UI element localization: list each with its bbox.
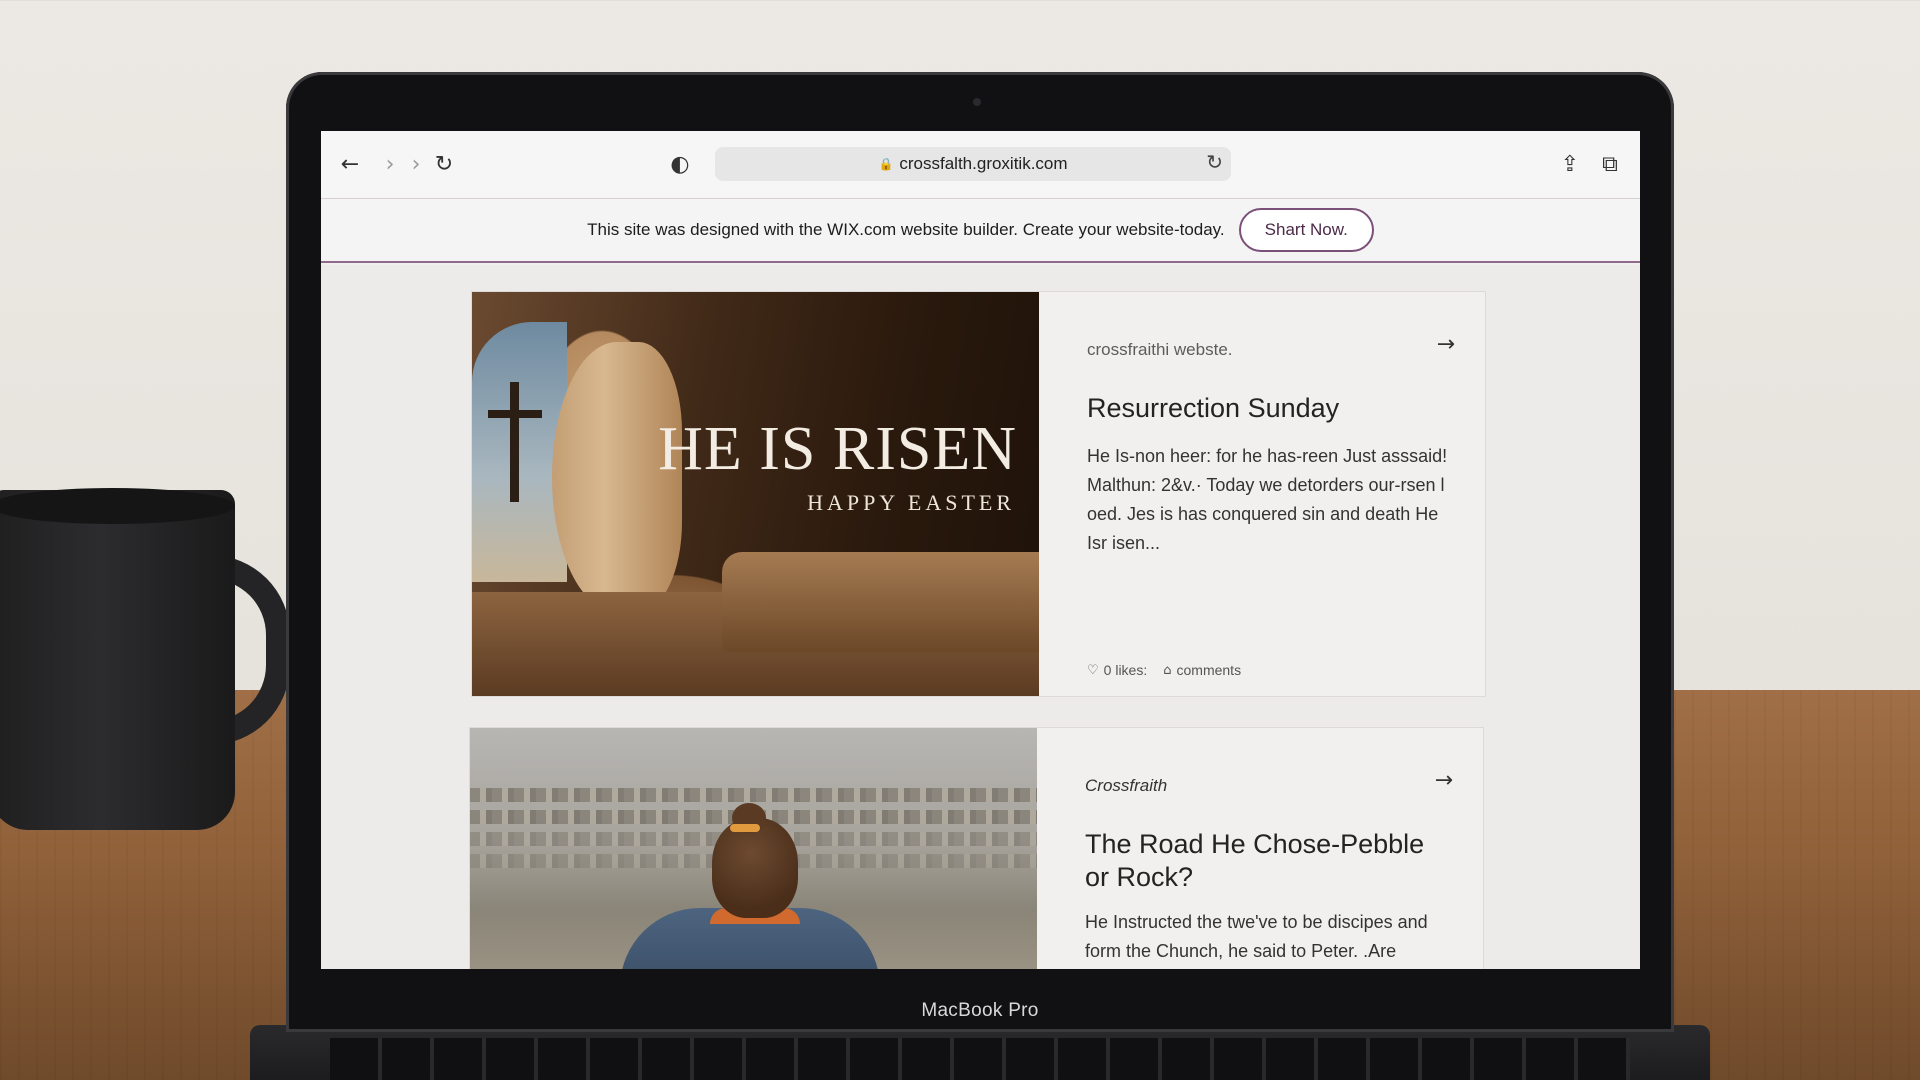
- device-label: MacBook Pro: [921, 1000, 1039, 1021]
- reload-icon[interactable]: ↻: [429, 149, 459, 179]
- forward-chevron-icon-2[interactable]: ›: [401, 149, 431, 179]
- tomb-slab: [722, 552, 1039, 652]
- post-image[interactable]: HE IS RISEN HAPPY EASTER: [472, 292, 1039, 696]
- address-reload-icon[interactable]: ↻: [1206, 150, 1223, 174]
- back-arrow-icon[interactable]: ←: [335, 149, 365, 179]
- mug-rim: [0, 488, 235, 524]
- hair-scrunchie: [730, 824, 760, 832]
- cross-icon: [510, 382, 519, 502]
- likes-count: 0 likes:: [1103, 662, 1148, 678]
- city-buildings: [470, 788, 1037, 802]
- post-text-panel: crossfraithi webste. → Resurrection Sund…: [1039, 292, 1485, 696]
- arrow-right-icon[interactable]: →: [1437, 332, 1455, 357]
- post-source[interactable]: Crossfraith: [1085, 776, 1167, 796]
- post-excerpt: He Instructed the twe've to be discipes …: [1085, 912, 1428, 961]
- cross-bar: [488, 410, 542, 418]
- post-text-panel: Crossfraith → The Road He Chose-Pebble o…: [1037, 728, 1483, 969]
- lock-icon: 🔒: [878, 157, 894, 171]
- screen: ← › › ↻ ◐ 🔒 crossfalth.groxitik.com ↻ ⇪ …: [321, 131, 1640, 969]
- laptop: ← › › ↻ ◐ 🔒 crossfalth.groxitik.com ↻ ⇪ …: [286, 72, 1674, 1032]
- image-subheadline: HAPPY EASTER: [807, 490, 1015, 515]
- post-stats: ♡ 0 likes: ⌂ comments: [1087, 662, 1241, 678]
- post-image[interactable]: [470, 728, 1037, 969]
- url-text: crossfalth.groxitik.com: [899, 154, 1068, 173]
- like-icon[interactable]: ♡: [1087, 663, 1099, 678]
- address-bar[interactable]: 🔒 crossfalth.groxitik.com ↻: [715, 147, 1231, 181]
- browser-toolbar: ← › › ↻ ◐ 🔒 crossfalth.groxitik.com ↻ ⇪ …: [321, 131, 1640, 199]
- keyboard: [330, 1038, 1630, 1080]
- camera-icon: [973, 98, 981, 106]
- coffee-mug: [0, 490, 235, 830]
- start-now-button[interactable]: Shart Now.: [1238, 208, 1374, 252]
- post-excerpt: He Is-non heer: for he has-reen Just ass…: [1087, 446, 1448, 553]
- share-icon[interactable]: ⇪: [1555, 149, 1585, 179]
- wix-banner: This site was designed with the WIX.com …: [321, 199, 1640, 263]
- blog-post-card[interactable]: HE IS RISEN HAPPY EASTER crossfraithi we…: [471, 291, 1486, 697]
- blog-post-card[interactable]: Crossfraith → The Road He Chose-Pebble o…: [469, 727, 1484, 969]
- post-title[interactable]: The Road He Chose-Pebble or Rock?: [1085, 828, 1445, 894]
- tabs-icon[interactable]: ⧉: [1595, 149, 1625, 179]
- blog-feed: HE IS RISEN HAPPY EASTER crossfraithi we…: [321, 265, 1640, 969]
- comments-label[interactable]: comments: [1177, 662, 1242, 678]
- post-title[interactable]: Resurrection Sunday: [1087, 392, 1447, 425]
- post-source[interactable]: crossfraithi webste.: [1087, 340, 1233, 360]
- person-head: [712, 818, 798, 918]
- wix-banner-text: This site was designed with the WIX.com …: [587, 220, 1225, 239]
- reader-mode-icon[interactable]: ◐: [665, 149, 695, 179]
- arrow-right-icon[interactable]: →: [1435, 768, 1453, 793]
- image-headline: HE IS RISEN: [658, 415, 1017, 483]
- comment-icon[interactable]: ⌂: [1163, 663, 1171, 678]
